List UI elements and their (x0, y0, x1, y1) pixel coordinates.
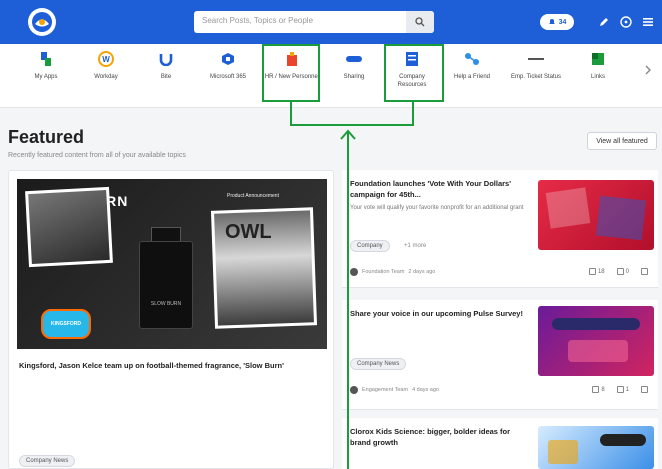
help-friend-icon (463, 50, 481, 68)
post-description: Your vote will qualify your favorite non… (350, 205, 524, 211)
post-time: 4 days ago (412, 387, 439, 393)
connector-line (412, 102, 414, 126)
featured-title: Featured (8, 127, 85, 147)
post-title[interactable]: Foundation launches 'Vote With Your Doll… (350, 178, 530, 200)
search-icon (415, 17, 425, 27)
like-icon (592, 386, 600, 393)
highlight-box-resources (384, 44, 444, 102)
search-box[interactable]: Search Posts, Topics or People (194, 11, 434, 33)
post-card-2[interactable]: Share your voice in our upcoming Pulse S… (342, 300, 658, 410)
my-apps-icon (37, 50, 55, 68)
bite-icon (157, 50, 175, 68)
app-workday[interactable]: W Workday (78, 50, 134, 81)
app-sharing[interactable]: Sharing (326, 50, 382, 81)
app-label: Microsoft 365 (209, 74, 246, 80)
arrow-annotation (340, 129, 356, 469)
comment-button[interactable]: 1 (616, 386, 629, 394)
app-bite[interactable]: Bite (138, 50, 194, 81)
like-icon (588, 268, 596, 275)
post-card-1[interactable]: Foundation launches 'Vote With Your Doll… (342, 170, 658, 288)
highlight-box-hr (262, 44, 320, 102)
app-help-friend[interactable]: Help a Friend (444, 50, 500, 81)
company-logo[interactable] (28, 8, 56, 36)
chevron-right-icon (645, 65, 651, 75)
like-count: 8 (601, 387, 605, 394)
help-button[interactable] (618, 14, 634, 30)
app-label: Links (590, 74, 605, 80)
comment-count: 0 (625, 269, 629, 276)
post-thumbnail[interactable] (538, 426, 654, 469)
hero-sticker: KINGSFORD (41, 309, 91, 339)
hero-overlay-text: OWL (225, 221, 272, 243)
workday-icon: W (97, 50, 115, 68)
app-label: Emp. Ticket Status (510, 74, 562, 80)
connector-line (290, 102, 292, 126)
app-label: Help a Friend (453, 74, 491, 80)
comment-icon (616, 268, 624, 275)
help-icon (620, 16, 632, 28)
notifications-button[interactable]: 34 (540, 14, 574, 30)
post-thumbnail[interactable] (538, 306, 654, 376)
featured-main-card[interactable]: SLOW BURN SLOW BURN Product Announcement… (8, 170, 334, 469)
app-ticket-status[interactable]: Emp. Ticket Status (508, 50, 564, 81)
comment-button[interactable]: 0 (616, 268, 629, 276)
app-label: Workday (94, 74, 118, 80)
bookmark-icon[interactable] (641, 268, 648, 276)
featured-subtitle: Recently featured content from all of yo… (8, 152, 186, 159)
search-input[interactable]: Search Posts, Topics or People (202, 16, 313, 25)
post-title[interactable]: Clorox Kids Science: bigger, bolder idea… (350, 426, 530, 448)
bell-icon (548, 19, 555, 24)
post-time: 2 days ago (408, 269, 436, 275)
bottle-label: SLOW BURN (150, 301, 182, 307)
app-shortcut-bar: My Apps W Workday Bite Microsoft 365 HR … (0, 44, 662, 108)
links-icon (589, 50, 607, 68)
more-tags-link[interactable]: +1 more (404, 243, 426, 249)
edit-button[interactable] (596, 14, 612, 30)
comment-count: 1 (625, 387, 629, 394)
pencil-icon (600, 18, 608, 26)
bookmark-icon[interactable] (641, 386, 648, 394)
logo-icon (32, 12, 52, 32)
search-button[interactable] (406, 11, 434, 33)
sharing-icon (345, 50, 363, 68)
like-button[interactable]: 18 (588, 268, 605, 276)
post-stats: 18 0 (588, 268, 650, 276)
app-label: Sharing (343, 74, 365, 80)
post-author[interactable]: Foundation Team (362, 269, 404, 275)
fragrance-bottle (139, 241, 193, 329)
post-card-3[interactable]: Clorox Kids Science: bigger, bolder idea… (342, 418, 658, 469)
like-button[interactable]: 8 (592, 386, 605, 394)
menu-icon (643, 18, 653, 26)
hero-image[interactable]: SLOW BURN SLOW BURN Product Announcement… (17, 179, 327, 349)
microsoft-365-icon (219, 50, 237, 68)
view-all-featured-button[interactable]: View all featured (587, 132, 657, 150)
menu-button[interactable] (640, 14, 656, 30)
app-my-apps[interactable]: My Apps (18, 50, 74, 81)
notifications-count: 34 (558, 18, 567, 26)
app-label: My Apps (34, 74, 58, 80)
app-microsoft-365[interactable]: Microsoft 365 (200, 50, 256, 81)
app-links[interactable]: Links (570, 50, 626, 81)
ticket-status-icon (527, 50, 545, 68)
post-meta: Foundation Team 2 days ago (350, 268, 435, 276)
svg-text:W: W (102, 55, 110, 64)
main-post-tag[interactable]: Company News (19, 455, 76, 467)
photo-frame-left (25, 186, 113, 268)
post-author[interactable]: Engagement Team (362, 387, 408, 393)
app-label: Bite (160, 74, 172, 80)
post-thumbnail[interactable] (538, 180, 654, 250)
more-apps-button[interactable] (640, 62, 656, 78)
main-post-title[interactable]: Kingsford, Jason Kelce team up on footba… (19, 361, 329, 371)
comment-icon (616, 386, 624, 393)
post-title[interactable]: Share your voice in our upcoming Pulse S… (350, 308, 530, 319)
top-bar: Search Posts, Topics or People 34 (0, 0, 662, 44)
like-count: 18 (597, 269, 605, 276)
hero-tag: Product Announcement (227, 193, 279, 199)
post-stats: 8 1 (592, 386, 650, 393)
post-meta: Engagement Team 4 days ago (350, 386, 439, 394)
